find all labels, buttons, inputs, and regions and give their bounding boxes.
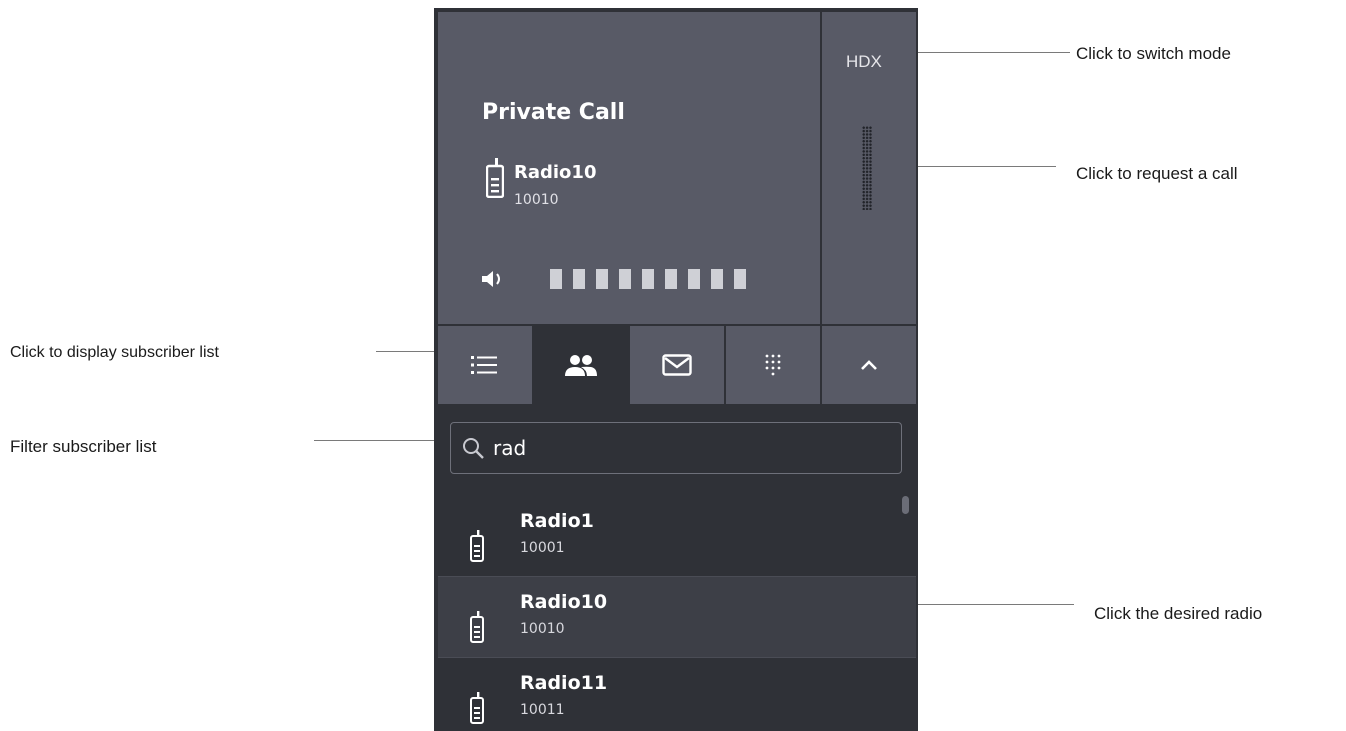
speaker-icon[interactable] xyxy=(480,268,506,290)
volume-segment xyxy=(550,269,562,289)
tab-list[interactable] xyxy=(438,326,532,404)
leader-switch-mode xyxy=(900,52,1070,53)
tab-keypad[interactable] xyxy=(726,326,820,404)
mode-switch-button[interactable]: HDX xyxy=(846,52,882,72)
leader-request-call xyxy=(894,166,1056,167)
volume-segment xyxy=(642,269,654,289)
subscriber-row[interactable]: Radio11 10011 xyxy=(438,658,916,729)
volume-segment xyxy=(596,269,608,289)
volume-meter[interactable] xyxy=(550,269,746,289)
volume-segment xyxy=(573,269,585,289)
subscriber-id: 10010 xyxy=(520,621,565,637)
push-to-talk-button[interactable] xyxy=(822,102,916,232)
subscriber-name: Radio11 xyxy=(520,672,608,694)
search-icon xyxy=(463,438,484,459)
radio-icon xyxy=(470,692,484,724)
callout-desired-radio: Click the desired radio xyxy=(1094,604,1263,623)
tab-collapse[interactable] xyxy=(822,326,916,404)
subscriber-id: 10011 xyxy=(520,702,565,718)
subscriber-search xyxy=(450,422,902,474)
callout-display-subscriber-list: Click to display subscriber list xyxy=(10,344,219,361)
radio-icon xyxy=(470,530,484,562)
call-radio-id: 10010 xyxy=(514,192,559,208)
subscriber-id: 10001 xyxy=(520,540,565,556)
radio-icon xyxy=(470,611,484,643)
subscriber-name: Radio1 xyxy=(520,510,594,532)
radio-icon xyxy=(486,158,504,198)
search-input[interactable] xyxy=(491,435,901,461)
volume-segment xyxy=(619,269,631,289)
list-icon xyxy=(471,356,497,374)
call-radio-name: Radio10 xyxy=(514,162,597,183)
callout-filter-subscriber-list: Filter subscriber list xyxy=(10,437,157,456)
volume-segment xyxy=(688,269,700,289)
callout-switch-mode: Click to switch mode xyxy=(1076,44,1231,63)
keypad-icon xyxy=(765,354,781,376)
message-icon xyxy=(662,354,692,376)
subscriber-name: Radio10 xyxy=(520,591,608,613)
subscriber-list: Radio1 10001 Radio10 10010 Radio11 10011 xyxy=(438,496,916,729)
radio-panel: Private Call Radio10 10010 HDX rad Radio… xyxy=(434,8,918,731)
chevron-up-icon xyxy=(861,360,877,370)
side-controls: HDX xyxy=(822,12,916,324)
push-to-talk-grille-icon xyxy=(862,126,872,210)
call-status-tile: Private Call Radio10 10010 xyxy=(438,12,820,324)
subscriber-row-selected[interactable]: Radio10 10010 xyxy=(438,577,916,658)
subscribers-icon xyxy=(565,355,597,376)
tab-messages[interactable] xyxy=(630,326,724,404)
volume-segment xyxy=(711,269,723,289)
volume-segment xyxy=(734,269,746,289)
subscriber-row[interactable]: Radio1 10001 xyxy=(438,496,916,577)
tab-bar xyxy=(438,326,916,406)
tab-subscribers[interactable] xyxy=(534,326,628,406)
call-type-label: Private Call xyxy=(482,100,625,125)
callout-request-call: Click to request a call xyxy=(1076,164,1238,183)
volume-segment xyxy=(665,269,677,289)
